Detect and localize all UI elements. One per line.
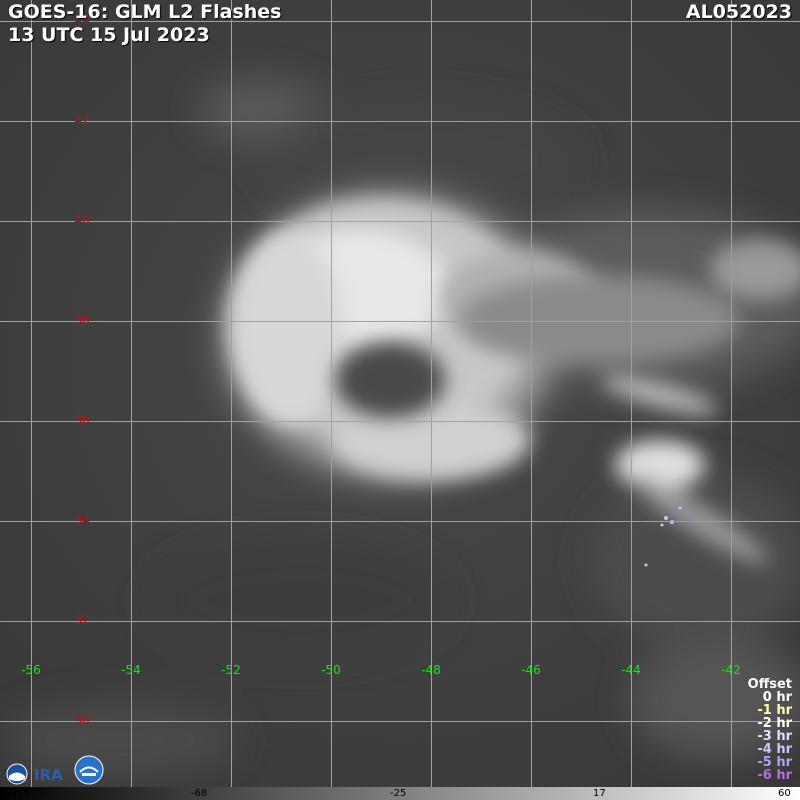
colorbar-label-4: 17	[593, 788, 606, 799]
colorbar-label-max: 60	[778, 788, 791, 799]
product-title: GOES-16: GLM L2 Flashes	[8, 1, 282, 23]
lon-label-46: -46	[521, 663, 541, 677]
lon-label-50: -50	[321, 663, 341, 677]
lat-label-32: 32	[74, 613, 90, 627]
cira-logo: IRA	[34, 766, 63, 784]
lat-label-38: 38	[74, 313, 90, 327]
storm-id: AL052023	[685, 1, 792, 23]
image-datetime: 13 UTC 15 Jul 2023	[8, 24, 210, 46]
satellite-image-viewer: 44 42 40 38 36 34 32 30 -56 -54 -52 -50 …	[0, 0, 800, 800]
ramm-logo	[74, 755, 104, 785]
lon-label-42: -42	[721, 663, 741, 677]
lat-label-30: 30	[74, 713, 90, 727]
lon-label-52: -52	[221, 663, 241, 677]
lat-label-42: 42	[74, 113, 90, 127]
lat-label-34: 34	[74, 513, 90, 527]
colorbar-label-2: -68	[191, 788, 208, 799]
noaa-logo	[6, 763, 28, 785]
lon-label-44: -44	[621, 663, 641, 677]
lat-label-36: 36	[74, 413, 90, 427]
legend-row-minus6hr: -6 hr	[757, 768, 792, 783]
lon-label-48: -48	[421, 663, 441, 677]
colorbar-label-3: -25	[390, 788, 407, 799]
colorbar-label-min: -110 °C	[8, 788, 46, 799]
offset-legend: Offset 0 hr -1 hr -2 hr -3 hr -4 hr -5 h…	[748, 678, 792, 782]
lat-label-40: 40	[74, 213, 90, 227]
svg-text:IRA: IRA	[34, 766, 63, 784]
lon-label-54: -54	[121, 663, 141, 677]
lon-label-56: -56	[21, 663, 41, 677]
